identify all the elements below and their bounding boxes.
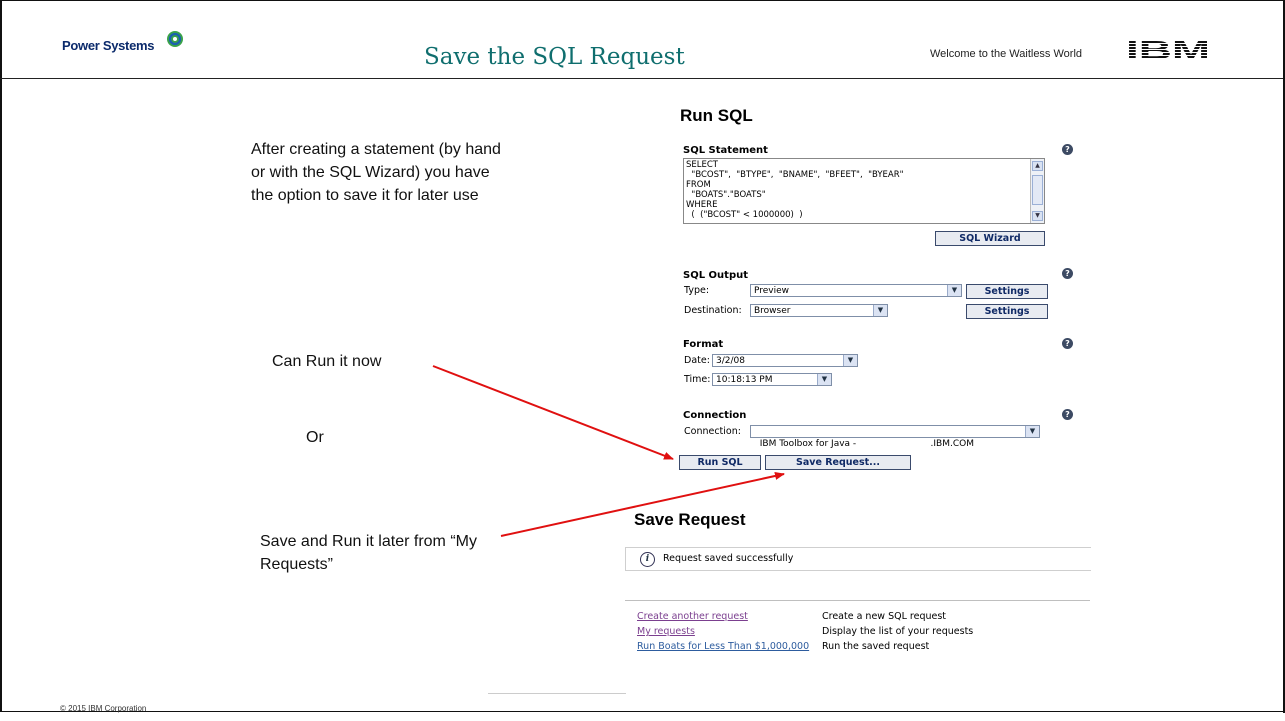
arrow-to-save-request [500,472,785,537]
arrow-to-run-sql [432,365,674,460]
callout-arrows [432,365,785,537]
copyright: © 2015 IBM Corporation [60,704,147,713]
